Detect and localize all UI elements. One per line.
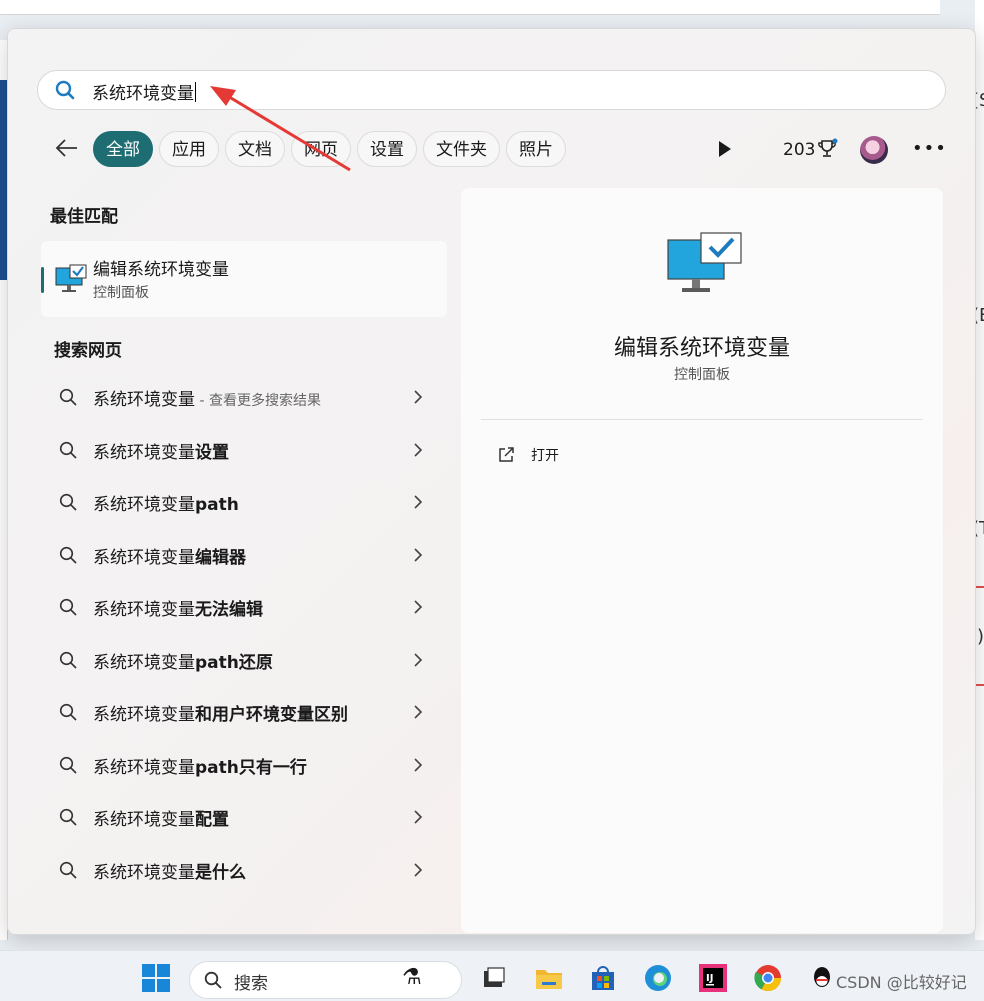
chevron-right-icon	[414, 757, 423, 772]
list-item[interactable]: 系统环境变量设置	[41, 424, 447, 477]
play-icon[interactable]	[719, 141, 731, 157]
chevron-right-icon	[414, 652, 423, 667]
open-action-label[interactable]: 打开	[531, 445, 559, 465]
list-item-text: 系统环境变量设置	[93, 442, 229, 463]
task-view-icon[interactable]	[478, 962, 510, 994]
chevron-right-icon	[414, 862, 423, 877]
windows-logo-icon[interactable]	[141, 963, 171, 993]
search-icon	[59, 388, 77, 406]
intellij-icon[interactable]: IJ	[697, 962, 729, 994]
taskbar-search[interactable]: 搜索 ⚗	[189, 961, 462, 999]
chevron-right-icon	[414, 600, 423, 614]
list-item-text: 系统环境变量path还原	[93, 652, 273, 673]
edge-icon[interactable]	[642, 962, 674, 994]
search-input[interactable]: 系统环境变量	[37, 70, 946, 110]
monitor-check-icon	[667, 232, 742, 292]
svg-text:IJ: IJ	[706, 973, 713, 984]
monitor-check-icon	[55, 264, 87, 292]
search-icon	[59, 703, 77, 721]
list-item[interactable]: 系统环境变量无法编辑	[41, 581, 447, 634]
list-item[interactable]: 系统环境变量和用户环境变量区别	[41, 686, 447, 739]
list-item[interactable]: 系统环境变量编辑器	[41, 529, 447, 582]
selection-indicator	[41, 267, 44, 293]
watermark: CSDN @比较好记	[836, 973, 967, 992]
search-icon	[59, 861, 77, 879]
tab-all[interactable]: 全部	[93, 131, 153, 167]
list-item-text: 系统环境变量无法编辑	[93, 600, 263, 620]
more-icon[interactable]: •••	[912, 138, 947, 159]
chevron-right-icon	[414, 810, 423, 824]
list-item-text: 系统环境变量path	[93, 495, 239, 515]
open-external-icon[interactable]	[497, 446, 515, 464]
back-arrow-icon[interactable]	[54, 135, 80, 161]
web-search-heading: 搜索网页	[54, 341, 122, 361]
list-item[interactable]: 系统环境变量是什么	[41, 844, 447, 897]
text-caret	[195, 82, 196, 102]
detail-pane: 编辑系统环境变量 控制面板 打开	[461, 188, 943, 933]
search-icon	[59, 493, 77, 511]
detail-title: 编辑系统环境变量	[613, 336, 790, 361]
list-item-text: 系统环境变量和用户环境变量区别	[93, 705, 348, 725]
list-item[interactable]: 系统环境变量配置	[41, 791, 447, 844]
qq-icon[interactable]	[806, 962, 838, 994]
search-query: 系统环境变量	[92, 82, 196, 104]
tab-web[interactable]: 网页	[291, 131, 351, 167]
store-icon[interactable]	[587, 962, 619, 994]
chevron-right-icon	[414, 705, 423, 719]
search-icon	[59, 651, 77, 669]
taskbar-search-label: 搜索	[234, 974, 268, 994]
detail-subtitle: 控制面板	[674, 367, 730, 383]
search-icon	[59, 808, 77, 826]
background-window-right	[975, 0, 984, 940]
chrome-icon[interactable]	[752, 962, 784, 994]
tab-photos[interactable]: 照片	[506, 131, 566, 167]
divider	[481, 419, 923, 420]
file-explorer-icon[interactable]	[533, 962, 565, 994]
list-item-text: 系统环境变量 - 查看更多搜索结果	[93, 390, 321, 410]
trophy-icon[interactable]	[816, 138, 838, 160]
chevron-right-icon	[414, 495, 423, 509]
search-icon	[59, 598, 77, 616]
list-item-text: 系统环境变量path只有一行	[93, 757, 307, 778]
search-icon	[55, 80, 75, 100]
tab-documents[interactable]: 文档	[225, 131, 285, 167]
filter-tabs: 全部 应用 文档 网页 设置 文件夹 照片	[93, 131, 566, 167]
background-divider	[975, 586, 984, 588]
chevron-right-icon	[414, 442, 423, 457]
list-item[interactable]: 系统环境变量path	[41, 476, 447, 529]
search-icon	[59, 546, 77, 564]
start-search-panel: 系统环境变量 全部 应用 文档 网页 设置 文件夹 照片 203 ••• 最佳匹…	[7, 28, 976, 935]
best-match-item[interactable]: 编辑系统环境变量 控制面板	[41, 241, 447, 317]
chevron-right-icon	[414, 390, 423, 404]
best-match-subtitle: 控制面板	[93, 285, 149, 301]
background-browser-bar	[0, 0, 940, 15]
flask-icon: ⚗	[402, 965, 422, 990]
tab-apps[interactable]: 应用	[159, 131, 219, 167]
avatar[interactable]	[860, 136, 888, 164]
web-search-list: 系统环境变量 - 查看更多搜索结果 系统环境变量设置 系统环境变量path 系统…	[41, 371, 447, 896]
search-icon	[59, 441, 77, 459]
list-item[interactable]: 系统环境变量path还原	[41, 634, 447, 687]
list-item[interactable]: 系统环境变量path只有一行	[41, 739, 447, 792]
list-item[interactable]: 系统环境变量 - 查看更多搜索结果	[41, 371, 447, 424]
chevron-right-icon	[414, 547, 423, 562]
best-match-heading: 最佳匹配	[50, 207, 118, 227]
tab-folders[interactable]: 文件夹	[423, 131, 500, 167]
list-item-text: 系统环境变量配置	[93, 810, 229, 830]
search-icon	[204, 971, 222, 989]
best-match-title: 编辑系统环境变量	[93, 260, 229, 280]
list-item-text: 系统环境变量是什么	[93, 862, 246, 883]
tab-settings[interactable]: 设置	[357, 131, 417, 167]
rewards-points[interactable]: 203	[783, 140, 815, 160]
list-item-text: 系统环境变量编辑器	[93, 547, 246, 568]
search-icon	[59, 756, 77, 774]
background-divider	[975, 684, 984, 686]
